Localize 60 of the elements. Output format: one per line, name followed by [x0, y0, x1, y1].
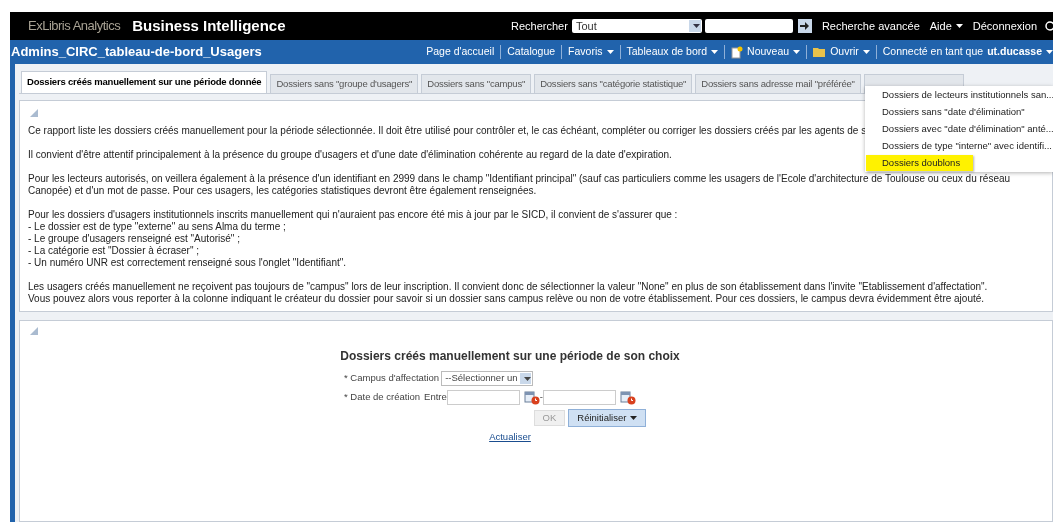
- refresh-link[interactable]: Actualiser: [489, 430, 531, 445]
- paragraph-line: Il convient d'être attentif principalement à la présence du groupe d'usagers et d'une date d'élimination cohérente au regard de la date d'expiration.: [28, 149, 672, 161]
- caret-icon: [523, 376, 531, 381]
- paragraph-line: Canopée) et d'un mot de passe. Pour ces usagers, les catégories statistiques devront être également renseignées.: [28, 185, 537, 197]
- user-menu[interactable]: ut.ducasse: [983, 44, 1053, 60]
- caret-icon: [1046, 50, 1053, 54]
- caret-icon: [693, 24, 701, 28]
- menu-item[interactable]: Dossiers avec "date d'élimination" anté...: [865, 121, 1053, 138]
- nav-link[interactable]: Catalogue: [501, 44, 562, 60]
- paragraph-line: Les usagers créés manuellement ne reçoivent pas toujours de "campus" lors de leur inscription. Il convient donc de sélectionner la valeur "None" en plus de son établissement dans l'invite "Etablissement d'affectation".: [28, 281, 988, 293]
- collapse-icon[interactable]: [30, 327, 38, 335]
- menu-item[interactable]: Dossiers de lecteurs institutionnels san...: [865, 87, 1053, 104]
- prompt-title: Dossiers créés manuellement sur une période de son choix: [340, 348, 680, 365]
- app-title: Business Intelligence: [132, 15, 286, 36]
- search-icon[interactable]: [1045, 21, 1053, 31]
- paragraph-line: Pour les dossiers d'usagers institutionnels inscrits manuellement qui n'auraient pas encore été mis à jour par le SICD, il convient de s'assurer que :: [28, 209, 678, 221]
- tab[interactable]: Dossiers créés manuellement sur une période donnée: [21, 71, 268, 93]
- brand-logo: ExLibris Analytics: [28, 17, 121, 36]
- paragraph-line: Pour les lecteurs autorisés, on veillera également à la présence d'un identifiant en 2999 dans le champ "Identifiant principal" (sauf cas particuliers comme les usagers de l'Ecole d'architecture de Toulouse ou ceux du réseau: [28, 173, 1011, 185]
- arrow-right-icon: [800, 22, 810, 30]
- header-link[interactable]: Recherche avancée: [821, 17, 920, 35]
- paragraph-line: - Un numéro UNR est correctement renseigné sous l'onglet "Identifiant".: [28, 257, 347, 269]
- start-date-field[interactable]: [446, 390, 520, 405]
- tab[interactable]: Dossiers sans "groupe d'usagers": [270, 74, 419, 93]
- search-scope-select[interactable]: Tout: [571, 19, 702, 33]
- calendar-icon[interactable]: [619, 390, 636, 405]
- menu-item[interactable]: Dossiers doublons: [866, 155, 973, 171]
- paragraph-line: Vous pouvez alors vous reporter à la colonne indiquant le créateur du dossier pour savoir si un dossier sans campus relève ou non de votre établissement. Pour ces dossiers, le campus devra évidemment être ajouté.: [28, 293, 985, 305]
- nav-link[interactable]: Ouvrir: [807, 44, 876, 60]
- header-link[interactable]: Aide: [929, 17, 963, 35]
- nav-link[interactable]: Nouveau: [725, 44, 807, 60]
- between-label: Entre: [424, 390, 447, 405]
- dashboard-title: Admins_CIRC_tableau-de-bord_Usagers: [11, 43, 262, 62]
- new-document-icon: [731, 45, 744, 59]
- collapse-icon[interactable]: [30, 109, 38, 117]
- tab[interactable]: Dossiers sans "catégorie statistique": [534, 74, 693, 93]
- tab[interactable]: Dossiers sans adresse mail "préférée": [695, 74, 861, 93]
- campus-select[interactable]: --Sélectionner un: [441, 371, 533, 386]
- folder-icon: [813, 47, 827, 57]
- nav-link[interactable]: Tableaux de bord: [620, 44, 725, 60]
- date-separator: -: [539, 390, 543, 405]
- reset-button[interactable]: Réinitialiser: [568, 409, 647, 427]
- paragraph-line: - Le groupe d'usagers renseigné est "Autorisé" ;: [28, 233, 240, 245]
- nav-link[interactable]: Page d'accueil: [420, 44, 501, 60]
- header-link[interactable]: Déconnexion: [972, 17, 1037, 35]
- nav-link[interactable]: Favoris: [562, 44, 620, 60]
- search-label: Rechercher: [511, 18, 568, 34]
- go-button[interactable]: [797, 19, 812, 33]
- paragraph-line: - Le dossier est de type "externe" au sens Alma du terme ;: [28, 221, 286, 233]
- end-date-field[interactable]: [542, 390, 616, 405]
- menu-item[interactable]: Dossiers sans "date d'élimination": [865, 104, 1053, 121]
- date-label: * Date de création: [344, 390, 421, 405]
- tab[interactable]: Dossiers sans "campus": [421, 74, 532, 93]
- calendar-icon[interactable]: [523, 390, 540, 405]
- caret-icon: [630, 416, 638, 420]
- campus-label: * Campus d'affectation: [344, 371, 440, 386]
- menu-item[interactable]: Dossiers de type "interne" avec identifi...: [865, 138, 1053, 155]
- paragraph-line: - La catégorie est "Dossier à écraser" ;: [28, 245, 200, 257]
- search-field[interactable]: [704, 19, 793, 33]
- user-label: Connecté en tant que: [881, 44, 984, 60]
